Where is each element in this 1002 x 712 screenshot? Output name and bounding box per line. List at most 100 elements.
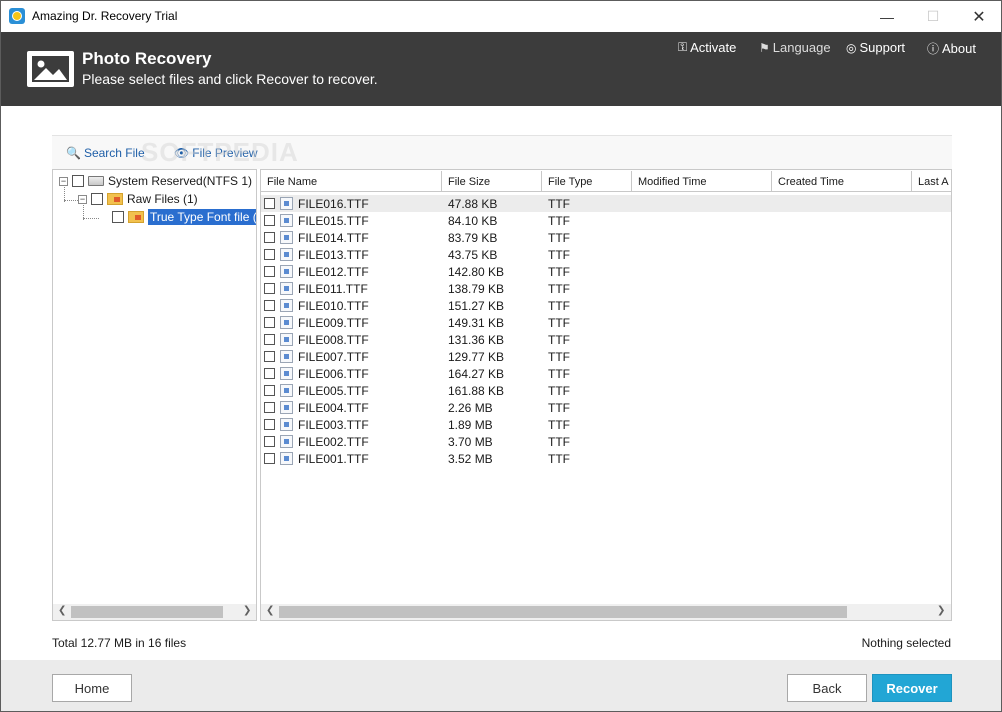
row-checkbox[interactable] (264, 198, 275, 209)
row-checkbox[interactable] (264, 351, 275, 362)
row-checkbox[interactable] (264, 402, 275, 413)
table-row[interactable]: FILE004.TTF 2.26 MB TTF (261, 399, 951, 416)
table-row[interactable]: FILE002.TTF 3.70 MB TTF (261, 433, 951, 450)
file-name-cell: FILE005.TTF (298, 384, 369, 398)
file-size-cell: 84.10 KB (448, 214, 498, 228)
softpedia-watermark: SOFTPEDIA (141, 137, 299, 167)
tree-checkbox[interactable] (72, 175, 84, 187)
language-link[interactable]: ⚑ Language (759, 40, 831, 55)
scroll-thumb[interactable] (279, 606, 847, 618)
font-file-icon (280, 282, 293, 295)
home-button[interactable]: Home (52, 674, 132, 702)
font-file-icon (280, 197, 293, 210)
file-type-cell: TTF (548, 316, 570, 330)
tree-node-truetype[interactable]: True Type Font file ( (112, 208, 256, 226)
file-type-cell: TTF (548, 452, 570, 466)
table-row[interactable]: FILE016.TTF 47.88 KB TTF (261, 195, 951, 212)
activate-label: Activate (690, 40, 737, 55)
scroll-right-icon[interactable]: ❯ (937, 605, 945, 616)
tree-node-label: System Reserved(NTFS 1) (1 (108, 174, 257, 188)
tree-checkbox[interactable] (112, 211, 124, 223)
tree-checkbox[interactable] (91, 193, 103, 205)
file-type-cell: TTF (548, 299, 570, 313)
file-size-cell: 47.88 KB (448, 197, 498, 211)
table-row[interactable]: FILE005.TTF 161.88 KB TTF (261, 382, 951, 399)
file-type-cell: TTF (548, 350, 570, 364)
column-header-modified[interactable]: Modified Time (632, 171, 772, 192)
file-type-cell: TTF (548, 214, 570, 228)
table-row[interactable]: FILE015.TTF 84.10 KB TTF (261, 212, 951, 229)
row-checkbox[interactable] (264, 266, 275, 277)
row-checkbox[interactable] (264, 317, 275, 328)
row-checkbox[interactable] (264, 385, 275, 396)
table-row[interactable]: FILE011.TTF 138.79 KB TTF (261, 280, 951, 297)
scroll-thumb[interactable] (71, 606, 223, 618)
file-name-cell: FILE009.TTF (298, 316, 369, 330)
file-size-cell: 149.31 KB (448, 316, 505, 330)
row-checkbox[interactable] (264, 334, 275, 345)
row-checkbox[interactable] (264, 436, 275, 447)
row-checkbox[interactable] (264, 300, 275, 311)
collapse-icon[interactable]: − (59, 176, 68, 186)
font-file-icon (280, 350, 293, 363)
file-type-cell: TTF (548, 231, 570, 245)
folder-tree: − System Reserved(NTFS 1) (1 − Raw Files… (52, 169, 257, 621)
row-checkbox[interactable] (264, 368, 275, 379)
table-row[interactable]: FILE012.TTF 142.80 KB TTF (261, 263, 951, 280)
folder-icon (107, 193, 123, 205)
drive-icon (88, 176, 104, 186)
support-link[interactable]: ◎ Support (846, 40, 905, 55)
search-file-button[interactable]: 🔍 Search File (66, 146, 145, 160)
table-row[interactable]: FILE007.TTF 129.77 KB TTF (261, 348, 951, 365)
row-checkbox[interactable] (264, 419, 275, 430)
font-file-icon (280, 401, 293, 414)
maximize-icon[interactable]: ☐ (910, 1, 956, 32)
table-row[interactable]: FILE014.TTF 83.79 KB TTF (261, 229, 951, 246)
info-icon: ⓘ (927, 42, 940, 56)
close-icon[interactable]: ✕ (956, 1, 1001, 32)
file-name-cell: FILE014.TTF (298, 231, 369, 245)
table-row[interactable]: FILE010.TTF 151.27 KB TTF (261, 297, 951, 314)
tree-node-system-reserved[interactable]: − System Reserved(NTFS 1) (1 (59, 172, 257, 190)
table-row[interactable]: FILE001.TTF 3.52 MB TTF (261, 450, 951, 467)
font-file-icon (280, 452, 293, 465)
file-name-cell: FILE007.TTF (298, 350, 369, 364)
file-name-cell: FILE011.TTF (298, 282, 368, 296)
file-name-cell: FILE003.TTF (298, 418, 369, 432)
recover-button[interactable]: Recover (872, 674, 952, 702)
row-checkbox[interactable] (264, 453, 275, 464)
tree-node-label: Raw Files (1) (127, 192, 198, 206)
column-header-name[interactable]: File Name (261, 171, 442, 192)
row-checkbox[interactable] (264, 283, 275, 294)
row-checkbox[interactable] (264, 215, 275, 226)
file-type-cell: TTF (548, 282, 570, 296)
back-button[interactable]: Back (787, 674, 867, 702)
scroll-right-icon[interactable]: ❯ (243, 605, 251, 616)
table-row[interactable]: FILE003.TTF 1.89 MB TTF (261, 416, 951, 433)
column-header-size[interactable]: File Size (442, 171, 542, 192)
table-row[interactable]: FILE006.TTF 164.27 KB TTF (261, 365, 951, 382)
scroll-left-icon[interactable]: ❮ (266, 605, 274, 616)
file-size-cell: 131.36 KB (448, 333, 505, 347)
list-horizontal-scrollbar[interactable]: ❮ ❯ (261, 604, 951, 620)
column-header-last-access[interactable]: Last A (912, 171, 951, 192)
row-checkbox[interactable] (264, 249, 275, 260)
file-type-cell: TTF (548, 435, 570, 449)
tree-horizontal-scrollbar[interactable]: ❮ ❯ (53, 604, 256, 620)
row-checkbox[interactable] (264, 232, 275, 243)
about-link[interactable]: ⓘ About (927, 40, 976, 57)
scroll-left-icon[interactable]: ❮ (58, 605, 66, 616)
tree-node-raw-files[interactable]: − Raw Files (1) (78, 190, 198, 208)
minimize-icon[interactable]: — (864, 1, 910, 32)
column-header-created[interactable]: Created Time (772, 171, 912, 192)
column-header-type[interactable]: File Type (542, 171, 632, 192)
table-row[interactable]: FILE008.TTF 131.36 KB TTF (261, 331, 951, 348)
file-type-cell: TTF (548, 265, 570, 279)
table-row[interactable]: FILE013.TTF 43.75 KB TTF (261, 246, 951, 263)
collapse-icon[interactable]: − (78, 194, 87, 204)
activate-link[interactable]: ⚿ Activate (678, 40, 736, 55)
font-file-icon (280, 299, 293, 312)
table-row[interactable]: FILE009.TTF 149.31 KB TTF (261, 314, 951, 331)
app-logo-icon (9, 8, 25, 24)
file-size-cell: 1.89 MB (448, 418, 493, 432)
